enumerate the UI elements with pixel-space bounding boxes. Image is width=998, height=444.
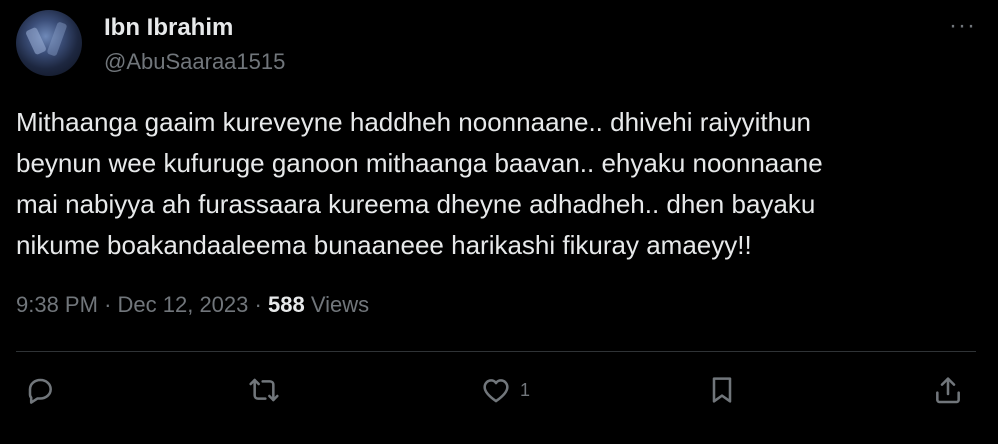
meta-separator: · — [254, 292, 262, 317]
reply-button[interactable] — [24, 372, 56, 408]
views-label: Views — [310, 292, 370, 317]
tweet-text: Mithaanga gaaim kureveyne haddheh noonna… — [16, 102, 976, 266]
tweet-meta: 9:38 PM · Dec 12, 2023 · 588 Views — [16, 292, 369, 318]
tweet-line: mai nabiyya ah furassaara kureema dheyne… — [16, 189, 816, 219]
views-count: 588 — [267, 292, 305, 317]
author-name[interactable]: Ibn Ibrahim — [104, 14, 233, 42]
retweet-icon — [249, 378, 279, 402]
bookmark-icon — [712, 377, 732, 403]
share-button[interactable] — [932, 372, 964, 408]
action-bar: 1 — [0, 372, 998, 412]
tweet-date[interactable]: Dec 12, 2023 — [118, 292, 249, 317]
meta-separator: · — [104, 292, 112, 317]
retweet-button[interactable] — [248, 372, 280, 408]
tweet-line: Mithaanga gaaim kureveyne haddheh noonna… — [16, 107, 812, 137]
tweet-time[interactable]: 9:38 PM — [16, 292, 98, 317]
reply-icon — [28, 378, 52, 404]
like-count: 1 — [520, 379, 531, 400]
tweet-line: nikume boakandaaleema bunaaneee harikash… — [16, 230, 752, 260]
share-icon — [936, 377, 960, 404]
heart-icon — [483, 379, 509, 403]
more-options-icon[interactable]: ··· — [949, 12, 976, 40]
like-button[interactable]: 1 — [480, 372, 530, 408]
tweet-line: beynun wee kufuruge ganoon mithaanga baa… — [16, 148, 823, 178]
author-handle[interactable]: @AbuSaaraa1515 — [104, 49, 285, 75]
bookmark-button[interactable] — [706, 372, 738, 408]
divider — [16, 351, 976, 352]
avatar[interactable] — [16, 10, 82, 76]
